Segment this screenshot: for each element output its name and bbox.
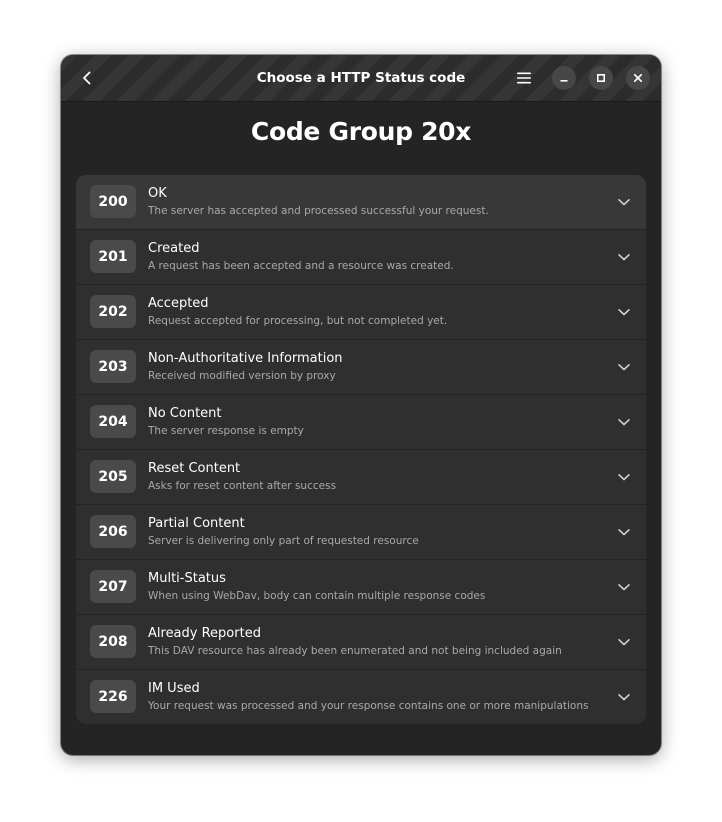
status-code-badge: 201	[90, 240, 136, 273]
row-text: Reset Content Asks for reset content afte…	[148, 460, 606, 493]
status-code-description: Asks for reset content after success	[148, 480, 337, 492]
status-code-badge: 204	[90, 405, 136, 438]
row-text: Partial Content Server is delivering only…	[148, 515, 606, 548]
app-window: Choose a HTTP Status code Code Group 20x	[61, 55, 661, 755]
status-code-description: Request accepted for processing, but not…	[148, 315, 448, 327]
status-code-row-200[interactable]: 200 OK The server has accepted and process…	[76, 175, 646, 230]
close-button[interactable]	[626, 66, 650, 90]
chevron-down-icon[interactable]	[616, 304, 632, 320]
maximize-button[interactable]	[589, 66, 613, 90]
row-text: IM Used Your request was processed and yo…	[148, 680, 606, 713]
status-code-badge: 207	[90, 570, 136, 603]
status-code-title: Already Reported	[148, 626, 261, 641]
status-code-title: IM Used	[148, 681, 200, 696]
status-code-title: Multi-Status	[148, 571, 226, 586]
main-menu-button[interactable]	[511, 65, 537, 91]
minimize-button[interactable]	[552, 66, 576, 90]
status-code-description: The server has accepted and processed su…	[148, 205, 489, 217]
status-code-description: When using WebDav, body can contain mult…	[148, 590, 486, 602]
row-text: Created A request has been accepted and a…	[148, 240, 606, 273]
status-code-row-203[interactable]: 203 Non-Authoritative Information Received…	[76, 340, 646, 395]
minimize-icon	[560, 80, 568, 82]
chevron-down-icon[interactable]	[616, 689, 632, 705]
status-code-row-207[interactable]: 207 Multi-Status When using WebDav, body c…	[76, 560, 646, 615]
status-code-row-226[interactable]: 226 IM Used Your request was processed and…	[76, 670, 646, 724]
status-code-row-202[interactable]: 202 Accepted Request accepted for processi…	[76, 285, 646, 340]
status-code-description: This DAV resource has already been enume…	[148, 645, 562, 657]
maximize-icon	[596, 73, 606, 83]
status-code-title: Partial Content	[148, 516, 245, 531]
status-code-row-205[interactable]: 205 Reset Content Asks for reset content a…	[76, 450, 646, 505]
status-code-title: Non-Authoritative Information	[148, 351, 343, 366]
row-text: Non-Authoritative Information Received mo…	[148, 350, 606, 383]
status-code-list: 200 OK The server has accepted and process…	[76, 175, 646, 724]
status-code-badge: 200	[90, 185, 136, 218]
status-code-row-208[interactable]: 208 Already Reported This DAV resource has…	[76, 615, 646, 670]
page-title: Code Group 20x	[250, 117, 472, 146]
row-text: OK The server has accepted and processed …	[148, 185, 606, 218]
row-text: No Content The server response is empty	[148, 405, 606, 438]
status-code-badge: 226	[90, 680, 136, 713]
chevron-down-icon[interactable]	[616, 359, 632, 375]
status-code-description: A request has been accepted and a resour…	[148, 260, 454, 272]
chevron-down-icon[interactable]	[616, 249, 632, 265]
status-code-description: Server is delivering only part of reques…	[148, 535, 419, 547]
hamburger-menu-icon	[517, 72, 531, 84]
status-code-description: Your request was processed and your resp…	[148, 700, 589, 712]
status-code-badge: 203	[90, 350, 136, 383]
status-code-row-201[interactable]: 201 Created A request has been accepted an…	[76, 230, 646, 285]
status-code-badge: 206	[90, 515, 136, 548]
status-code-title: Accepted	[148, 296, 209, 311]
status-code-badge: 202	[90, 295, 136, 328]
chevron-left-icon	[83, 71, 91, 85]
status-code-row-204[interactable]: 204 No Content The server response is empt…	[76, 395, 646, 450]
status-code-title: OK	[148, 186, 167, 201]
row-text: Multi-Status When using WebDav, body can …	[148, 570, 606, 603]
chevron-down-icon[interactable]	[616, 524, 632, 540]
row-text: Accepted Request accepted for processing,…	[148, 295, 606, 328]
chevron-down-icon[interactable]	[616, 469, 632, 485]
close-icon	[633, 73, 643, 83]
header-bar: Choose a HTTP Status code	[61, 55, 661, 102]
status-code-badge: 205	[90, 460, 136, 493]
status-code-title: No Content	[148, 406, 222, 421]
status-code-badge: 208	[90, 625, 136, 658]
status-code-title: Created	[148, 241, 200, 256]
chevron-down-icon[interactable]	[616, 194, 632, 210]
status-code-description: The server response is empty	[148, 425, 304, 437]
chevron-down-icon[interactable]	[616, 634, 632, 650]
back-button[interactable]	[73, 64, 101, 92]
row-text: Already Reported This DAV resource has al…	[148, 625, 606, 658]
chevron-down-icon[interactable]	[616, 579, 632, 595]
chevron-down-icon[interactable]	[616, 414, 632, 430]
status-code-row-206[interactable]: 206 Partial Content Server is delivering o…	[76, 505, 646, 560]
status-code-description: Received modified version by proxy	[148, 370, 336, 382]
status-code-title: Reset Content	[148, 461, 241, 476]
